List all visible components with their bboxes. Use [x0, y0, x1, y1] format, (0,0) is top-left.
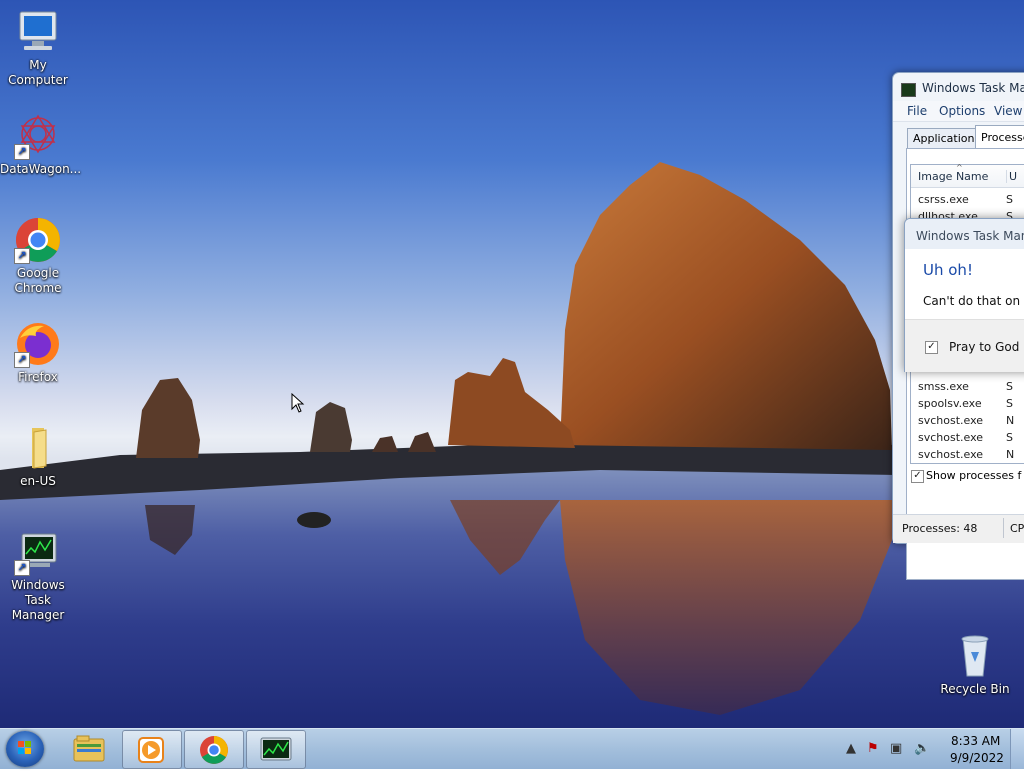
column-user[interactable]: U [1006, 170, 1017, 183]
process-user: N [1006, 448, 1015, 461]
process-name: svchost.exe [918, 414, 984, 427]
column-image-name[interactable]: Image Name [918, 170, 988, 183]
desktop-icon-label: Recycle Bin [940, 682, 1010, 696]
process-name: spoolsv.exe [918, 397, 982, 410]
column-header-row: ^ Image Name U [911, 163, 1024, 188]
pray-checkbox-label: Pray to God [949, 340, 1020, 354]
status-divider [1003, 518, 1004, 538]
mouse-cursor-icon [291, 393, 305, 413]
desktop-icon-label: Firefox [18, 370, 58, 384]
tab-processes[interactable]: Processe [975, 125, 1024, 150]
volume-icon[interactable]: 🔈 [914, 741, 930, 756]
computer-icon [14, 8, 62, 56]
menu-options[interactable]: Options [939, 104, 985, 118]
desktop-icon-label: DataWagon... [0, 162, 82, 176]
dialog-title: Windows Task Mana [916, 229, 1024, 243]
dialog-footer: ✓ Pray to God [905, 319, 1024, 372]
taskbar-chrome-button[interactable] [184, 730, 244, 769]
process-user: S [1006, 397, 1013, 410]
clock-time[interactable]: 8:33 AM [951, 734, 1000, 748]
desktop-icon-label: en-US [20, 474, 56, 488]
process-name: svchost.exe [918, 431, 984, 444]
menu-bar: File Options View [893, 101, 1024, 122]
firefox-icon: ↗ [14, 320, 62, 368]
status-process-count: Processes: 48 [902, 522, 978, 535]
show-all-processes-label: Show processes f [926, 469, 1022, 482]
process-user: S [1006, 380, 1013, 393]
error-dialog[interactable]: Windows Task Mana Uh oh! Can't do that o… [904, 218, 1024, 372]
desktop-icon-datawagon[interactable]: ↗ DataWagon... [0, 112, 82, 177]
desktop-icon-label: Google Chrome [14, 266, 62, 295]
network-icon[interactable]: ▣ [890, 741, 902, 756]
clock-date[interactable]: 9/9/2022 [950, 751, 1004, 765]
task-manager-icon: ↗ [14, 528, 62, 576]
table-row[interactable]: svchost.exe N [918, 448, 1024, 461]
desktop-icon-en-us[interactable]: en-US [0, 424, 76, 489]
show-all-processes-checkbox[interactable]: ✓ [911, 470, 924, 483]
shortcut-arrow-icon: ↗ [14, 352, 30, 368]
status-bar: Processes: 48 CP [893, 514, 1024, 543]
folder-icon [14, 424, 62, 472]
shortcut-arrow-icon: ↗ [14, 144, 30, 160]
chrome-icon [200, 736, 228, 764]
task-manager-icon [260, 737, 292, 761]
shortcut-arrow-icon: ↗ [14, 248, 30, 264]
table-row[interactable]: svchost.exe S [918, 431, 1024, 444]
pray-checkbox[interactable]: ✓ [925, 341, 938, 354]
media-player-icon [138, 737, 164, 763]
wallpaper-rocks [0, 162, 895, 715]
desktop-icon-firefox[interactable]: ↗ Firefox [0, 320, 76, 385]
action-center-flag-icon[interactable]: ⚑ [867, 741, 879, 756]
process-name: smss.exe [918, 380, 969, 393]
desktop-icon-label: My Computer [8, 58, 68, 87]
process-user: S [1006, 193, 1013, 206]
table-row[interactable]: svchost.exe N [918, 414, 1024, 427]
start-button[interactable] [6, 731, 44, 767]
desktop-icon-recycle-bin[interactable]: Recycle Bin [937, 632, 1013, 697]
desktop-icon-google-chrome[interactable]: ↗ Google Chrome [0, 216, 76, 296]
process-user: S [1006, 431, 1013, 444]
menu-file[interactable]: File [907, 104, 927, 118]
desktop-icon-label: Windows Task Manager [11, 578, 65, 622]
desktop-icon-my-computer[interactable]: My Computer [0, 8, 76, 88]
status-cpu: CP [1010, 522, 1024, 535]
dialog-message: Can't do that on a C [923, 294, 1024, 308]
table-row[interactable]: smss.exe S [918, 380, 1024, 393]
recycle-bin-icon [951, 632, 999, 680]
dialog-heading: Uh oh! [923, 261, 973, 279]
windows-logo-icon [18, 741, 31, 754]
datawagon-icon: ↗ [14, 112, 62, 160]
chrome-icon: ↗ [14, 216, 62, 264]
process-name: csrss.exe [918, 193, 969, 206]
dialog-titlebar[interactable]: Windows Task Mana [905, 219, 1024, 249]
table-row[interactable]: spoolsv.exe S [918, 397, 1024, 410]
taskbar-media-player-button[interactable] [122, 730, 182, 769]
taskbar-explorer-button[interactable] [60, 730, 118, 767]
shortcut-arrow-icon: ↗ [14, 560, 30, 576]
menu-view[interactable]: View [994, 104, 1022, 118]
show-hidden-icons-icon[interactable]: ▲ [846, 741, 856, 756]
show-desktop-button[interactable] [1010, 729, 1024, 769]
table-row[interactable]: csrss.exe S [918, 193, 1024, 206]
process-user: N [1006, 414, 1015, 427]
desktop-icon-task-manager[interactable]: ↗ Windows Task Manager [0, 528, 76, 623]
process-name: svchost.exe [918, 448, 984, 461]
window-title: Windows Task Mana [922, 81, 1024, 95]
desktop[interactable]: My Computer ↗ DataWagon... ↗ Google Chro… [0, 0, 1024, 728]
task-manager-icon [901, 83, 916, 97]
explorer-icon [73, 735, 105, 762]
taskbar-task-manager-button[interactable] [246, 730, 306, 769]
taskbar: ▲ ⚑ ▣ 🔈 8:33 AM 9/9/2022 [0, 728, 1024, 769]
